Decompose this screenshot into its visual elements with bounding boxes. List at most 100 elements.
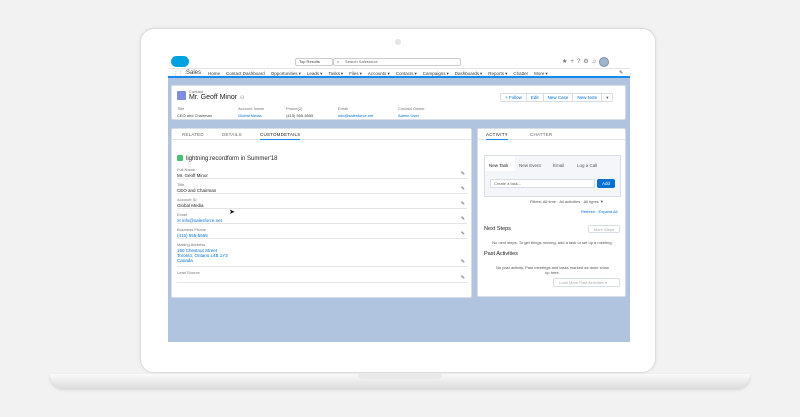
edit-pencil-icon[interactable]: ✎ [461, 275, 465, 281]
star-icon[interactable]: ★ [562, 58, 567, 66]
edit-nav-icon[interactable]: ✎ [619, 70, 623, 76]
salesforce-logo[interactable] [171, 56, 189, 67]
highlight-account: Account Name Global Media [238, 106, 265, 118]
edit-pencil-icon[interactable]: ✎ [461, 171, 465, 177]
field-title: Title CEO and Chairman ✎ [177, 182, 467, 194]
follow-button[interactable]: + Follow [500, 93, 527, 102]
edit-button[interactable]: Edit [525, 93, 544, 102]
recordform-heading: lightning:recordform in Summer'18 [177, 155, 278, 162]
nav-dropdown-chevron-icon[interactable]: ▾ [387, 71, 389, 77]
nav-item-home[interactable]: Home [208, 71, 220, 77]
nav-item-contact-dashboard[interactable]: Contact Dashboard [226, 71, 265, 77]
nav-dropdown-chevron-icon[interactable]: ▾ [320, 71, 322, 77]
global-header: Top Results ⌕ Search Salesforce ★ + ? ⚙ … [168, 54, 630, 69]
owner-link[interactable]: Admin User [398, 113, 425, 118]
record-highlights: Contact Mr. Geoff Minor ⚇ + Follow Edit … [171, 85, 626, 120]
field-account: Account ID Global Media ✎ [177, 197, 467, 209]
nav-dropdown-chevron-icon[interactable]: ▾ [505, 71, 507, 77]
tab-activity[interactable]: ACTIVITY [486, 132, 508, 140]
activity-filters[interactable]: Filters: All time · All activities · All… [530, 199, 604, 204]
edit-pencil-icon[interactable]: ✎ [461, 201, 465, 207]
salesforce-screen: Top Results ⌕ Search Salesforce ★ + ? ⚙ … [168, 54, 630, 342]
email-link[interactable]: info@salesforce.net [338, 113, 373, 118]
nav-item-chatter[interactable]: Chatter [513, 71, 528, 77]
tab-new-task[interactable]: New Task [489, 163, 508, 168]
hierarchy-icon[interactable]: ⚇ [240, 95, 244, 101]
past-activities-empty: No past activity. Past meetings and task… [496, 265, 609, 275]
nav-item-dashboards[interactable]: Dashboards [455, 71, 479, 77]
nav-item-tasks[interactable]: Tasks [328, 71, 340, 77]
app-name: Sales [186, 70, 202, 76]
nav-item-contacts[interactable]: Contacts [395, 71, 414, 77]
account-link[interactable]: Global Media [238, 113, 264, 118]
tab-new-event[interactable]: New Event [519, 163, 541, 168]
mail-icon: ✉ [177, 218, 181, 223]
right-tabset: ACTIVITY CHATTER [478, 129, 625, 140]
tab-log-a-call[interactable]: Log a Call [577, 163, 597, 168]
add-task-button[interactable]: Add [597, 179, 615, 188]
nav-item-leads[interactable]: Leads [307, 71, 319, 77]
laptop-notch [358, 374, 442, 379]
nav-dropdown-chevron-icon[interactable]: ▾ [360, 71, 362, 77]
highlight-email: Email info@salesforce.net [338, 106, 374, 118]
new-note-button[interactable]: New Note [572, 93, 603, 102]
email-field-link[interactable]: ✉ info@salesforce.net [177, 218, 467, 224]
field-mailing-address: Mailing Address 150 Chestnut Street Toro… [177, 242, 467, 267]
left-detail-panel: RELATED DETAILS CUSTOMDETAILS lightning:… [171, 128, 472, 298]
address-link[interactable]: 150 Chestnut Street Toronto, Ontario L4B… [177, 248, 467, 263]
field-full-name: Full Name Mr. Geoff Minor ✎ [177, 167, 467, 179]
highlight-owner: Contact Owner Admin User [398, 106, 425, 118]
search-placeholder: Search Salesforce [345, 59, 378, 64]
edit-pencil-icon[interactable]: ✎ [461, 186, 465, 192]
load-more-button[interactable]: Load More Past Activities ▾ [553, 278, 620, 287]
tab-details[interactable]: DETAILS [222, 132, 242, 137]
tab-email[interactable]: Email [553, 163, 564, 168]
new-case-button[interactable]: New Case [542, 93, 574, 102]
help-icon[interactable]: ? [577, 58, 580, 66]
nav-item-opportunities[interactable]: Opportunities [271, 71, 298, 77]
more-actions-chevron-icon[interactable]: ▾ [601, 93, 614, 102]
tab-chatter[interactable]: CHATTER [530, 132, 552, 137]
phone-link[interactable]: (415) 555-5555 [177, 233, 467, 238]
nav-dropdown-chevron-icon[interactable]: ▾ [414, 71, 416, 77]
nav-dropdown-chevron-icon[interactable]: ▾ [299, 71, 301, 77]
nav-dropdown-chevron-icon[interactable]: ▾ [480, 71, 482, 77]
add-icon[interactable]: + [570, 58, 574, 66]
nav-item-reports[interactable]: Reports [488, 71, 504, 77]
user-avatar[interactable] [599, 57, 610, 67]
global-search-input[interactable]: ⌕ Search Salesforce [333, 58, 461, 66]
filter-icon[interactable]: ▼ [600, 199, 604, 204]
mouse-cursor-icon: ➤ [229, 209, 235, 216]
notifications-bell-icon[interactable]: ♫ [592, 58, 597, 66]
chevron-down-icon: ▾ [605, 280, 608, 285]
left-tabset: RELATED DETAILS CUSTOMDETAILS [172, 129, 471, 140]
field-email: Email ✉ info@salesforce.net ✎ [177, 212, 467, 224]
webcam [395, 39, 401, 45]
highlight-phone: Phone(2) (415) 555-5555 [286, 106, 314, 118]
search-scope-select[interactable]: Top Results [295, 58, 333, 66]
edit-pencil-icon[interactable]: ✎ [461, 216, 465, 222]
app-nav-bar: ⋮⋮⋮ Sales Home Contact Dashboard Opportuni… [168, 69, 630, 78]
nav-dropdown-chevron-icon[interactable]: ▾ [341, 71, 343, 77]
highlight-title: Title CEO and Chairman [177, 106, 212, 118]
nav-item-files[interactable]: Files [349, 71, 359, 77]
edit-pencil-icon[interactable]: ✎ [461, 231, 465, 237]
contact-icon [177, 91, 186, 100]
next-steps-empty: No next steps. To get things moving, add… [492, 240, 613, 245]
field-lead-source: Lead Source ✎ [177, 270, 467, 283]
nav-item-more[interactable]: More [534, 71, 544, 77]
refresh-expand-links[interactable]: Refresh · Expand All [581, 209, 617, 214]
tab-customdetails[interactable]: CUSTOMDETAILS [260, 132, 301, 140]
nav-item-campaigns[interactable]: Campaigns [423, 71, 446, 77]
setup-gear-icon[interactable]: ⚙ [583, 58, 588, 66]
tab-related[interactable]: RELATED [182, 132, 204, 137]
edit-pencil-icon[interactable]: ✎ [461, 259, 465, 265]
past-activities-title: Past Activities [484, 251, 518, 257]
nav-dropdown-chevron-icon[interactable]: ▾ [545, 71, 547, 77]
create-task-input[interactable]: Create a task... [490, 179, 595, 188]
nav-item-accounts[interactable]: Accounts [368, 71, 387, 77]
right-activity-panel: ACTIVITY CHATTER New Task New Event Emai… [477, 128, 626, 297]
record-name: Mr. Geoff Minor [189, 94, 238, 101]
more-steps-button[interactable]: More Steps [588, 225, 620, 233]
nav-dropdown-chevron-icon[interactable]: ▾ [447, 71, 449, 77]
